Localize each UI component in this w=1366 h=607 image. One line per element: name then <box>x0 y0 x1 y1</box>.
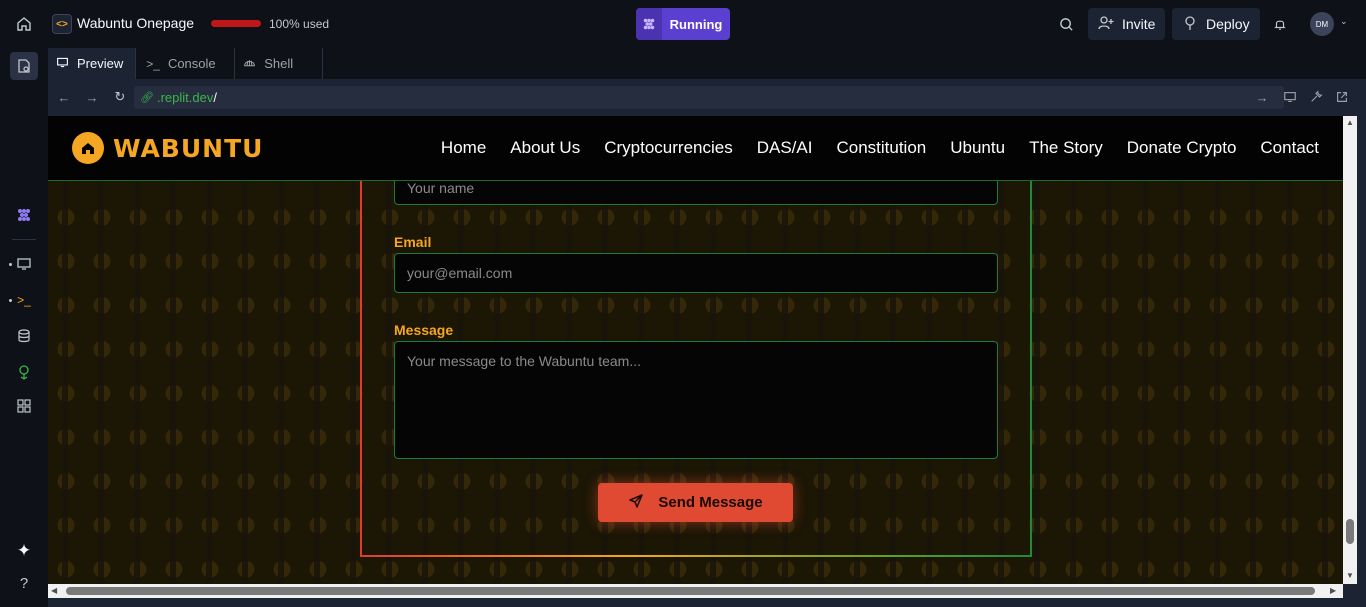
terminal-icon[interactable]: >_ <box>12 288 36 312</box>
menu-constitution[interactable]: Constitution <box>836 138 926 158</box>
terminal-icon: >_ <box>146 56 160 71</box>
add-user-icon <box>1098 15 1114 34</box>
scroll-down-icon[interactable]: ▼ <box>1346 571 1354 580</box>
scroll-right-icon[interactable]: ▶ <box>1330 586 1336 595</box>
deploy-icon <box>1182 15 1198 34</box>
avatar[interactable]: DM <box>1310 12 1334 36</box>
site-navbar: WABUNTU Home About Us Cryptocurrencies D… <box>48 116 1343 181</box>
menu-das-ai[interactable]: DAS/AI <box>757 138 813 158</box>
deploy-label: Deploy <box>1206 16 1250 32</box>
forward-icon[interactable]: → <box>84 89 100 105</box>
url-path: / <box>213 90 217 105</box>
scrollbar-thumb[interactable] <box>1346 519 1354 544</box>
monitor-icon <box>56 56 69 72</box>
agent-icon[interactable] <box>12 203 36 227</box>
email-label: Email <box>394 234 432 250</box>
invite-label: Invite <box>1122 16 1156 32</box>
monitor-icon[interactable] <box>12 252 36 276</box>
tab-label: Console <box>167 56 216 71</box>
reload-icon[interactable]: ↻ <box>112 89 128 105</box>
usage-text: 100% used <box>269 17 330 31</box>
back-icon[interactable]: ← <box>56 89 72 105</box>
preview-pane: Preview >_ Console Shell ← → ↻ 🔗︎ .repli… <box>48 48 1366 607</box>
email-field[interactable]: your@email.com <box>394 253 998 293</box>
menu-ubuntu[interactable]: Ubuntu <box>950 138 1005 158</box>
devices-icon[interactable] <box>1282 89 1298 105</box>
run-button[interactable]: Running <box>636 8 730 40</box>
tab-label: Preview <box>77 56 124 71</box>
search-icon[interactable] <box>1056 14 1076 34</box>
chevron-down-icon[interactable]: ⌄ <box>1340 16 1348 27</box>
menu-contact[interactable]: Contact <box>1260 138 1319 158</box>
database-icon[interactable] <box>12 324 36 348</box>
url-host: .replit.dev <box>156 90 214 105</box>
run-label: Running <box>669 16 723 32</box>
menu-about-us[interactable]: About Us <box>510 138 580 158</box>
site-logo[interactable]: WABUNTU <box>113 134 263 163</box>
menu-home[interactable]: Home <box>441 138 486 158</box>
agent-icon <box>636 8 662 40</box>
horizontal-scrollbar[interactable]: ◀ ▶ <box>48 584 1343 598</box>
tab-preview[interactable]: Preview <box>48 48 137 79</box>
external-link-icon[interactable] <box>1334 89 1350 105</box>
home-icon[interactable] <box>12 12 36 36</box>
url-input[interactable]: 🔗︎ .replit.dev / <box>134 86 1284 109</box>
send-message-button[interactable]: Send Message <box>598 483 793 522</box>
bell-icon[interactable] <box>1270 14 1290 34</box>
deploy-icon[interactable] <box>12 360 36 384</box>
website-viewport: Your name Email your@email.com Message Y… <box>48 116 1343 584</box>
code-icon: <> <box>52 14 72 34</box>
menu-the-story[interactable]: The Story <box>1029 138 1103 158</box>
help-icon[interactable]: ? <box>12 571 36 595</box>
app-title[interactable]: Wabuntu Onepage <box>77 15 194 31</box>
tab-label: Shell <box>264 56 294 71</box>
top-bar: <> Wabuntu Onepage 100% used Running Inv… <box>48 0 1366 48</box>
site-menu: Home About Us Cryptocurrencies DAS/AI Co… <box>441 138 1319 158</box>
send-icon <box>628 493 644 512</box>
message-textarea[interactable]: Your message to the Wabuntu team... <box>394 341 998 459</box>
vertical-scrollbar[interactable]: ▲ ▼ <box>1343 116 1357 584</box>
url-bar: ← → ↻ 🔗︎ .replit.dev / → <box>48 79 1366 116</box>
link-icon: 🔗︎ <box>140 92 154 104</box>
rail-divider <box>12 239 36 240</box>
apps-grid-icon[interactable] <box>12 394 36 418</box>
file-search-icon[interactable] <box>10 52 38 80</box>
tab-shell[interactable]: Shell <box>235 48 324 79</box>
scrollbar-thumb[interactable] <box>66 587 1315 595</box>
sparkle-icon[interactable]: ✦ <box>12 539 36 563</box>
scroll-left-icon[interactable]: ◀ <box>51 586 57 595</box>
left-rail: >_ ✦ ? <box>0 0 48 607</box>
tab-console[interactable]: >_ Console <box>136 48 236 79</box>
arrow-right-icon[interactable]: → <box>1254 89 1270 105</box>
message-label: Message <box>394 322 454 338</box>
shell-icon <box>243 56 256 72</box>
tab-bar: Preview >_ Console Shell <box>48 48 1366 79</box>
home-icon[interactable] <box>72 132 104 164</box>
send-label: Send Message <box>658 494 763 511</box>
deploy-button[interactable]: Deploy <box>1172 8 1260 40</box>
scroll-up-icon[interactable]: ▲ <box>1346 118 1354 127</box>
invite-button[interactable]: Invite <box>1088 8 1166 40</box>
wrench-icon[interactable] <box>1308 89 1324 105</box>
menu-donate-crypto[interactable]: Donate Crypto <box>1127 138 1237 158</box>
usage-bar <box>211 20 261 27</box>
menu-cryptocurrencies[interactable]: Cryptocurrencies <box>604 138 733 158</box>
